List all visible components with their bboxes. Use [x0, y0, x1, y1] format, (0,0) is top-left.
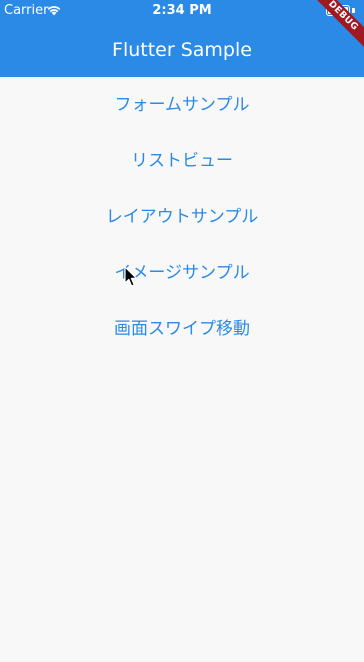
status-bar: Carrier 2:34 PM: [0, 0, 364, 22]
menu-item-label: イメージサンプル: [114, 263, 250, 283]
app-bar-title: Flutter Sample: [112, 39, 252, 61]
menu-item-layout-sample[interactable]: レイアウトサンプル: [0, 189, 364, 245]
menu-item-label: 画面スワイプ移動: [114, 319, 250, 339]
menu-item-label: リストビュー: [131, 151, 233, 171]
app-bar: Carrier 2:34 PM Flutter Sample DEBUG: [0, 0, 364, 77]
menu-item-list-view[interactable]: リストビュー: [0, 133, 364, 189]
menu-item-screen-swipe[interactable]: 画面スワイプ移動: [0, 301, 364, 357]
menu-item-label: レイアウトサンプル: [105, 207, 259, 227]
menu-item-label: フォームサンプル: [114, 95, 250, 115]
menu-list: フォームサンプル リストビュー レイアウトサンプル イメージサンプル 画面スワイ…: [0, 77, 364, 357]
menu-item-image-sample[interactable]: イメージサンプル: [0, 245, 364, 301]
battery-tip: [352, 8, 355, 13]
app-screen: Carrier 2:34 PM Flutter Sample DEBUG フォー…: [0, 0, 364, 662]
status-time: 2:34 PM: [152, 3, 212, 18]
menu-item-form-sample[interactable]: フォームサンプル: [0, 77, 364, 133]
